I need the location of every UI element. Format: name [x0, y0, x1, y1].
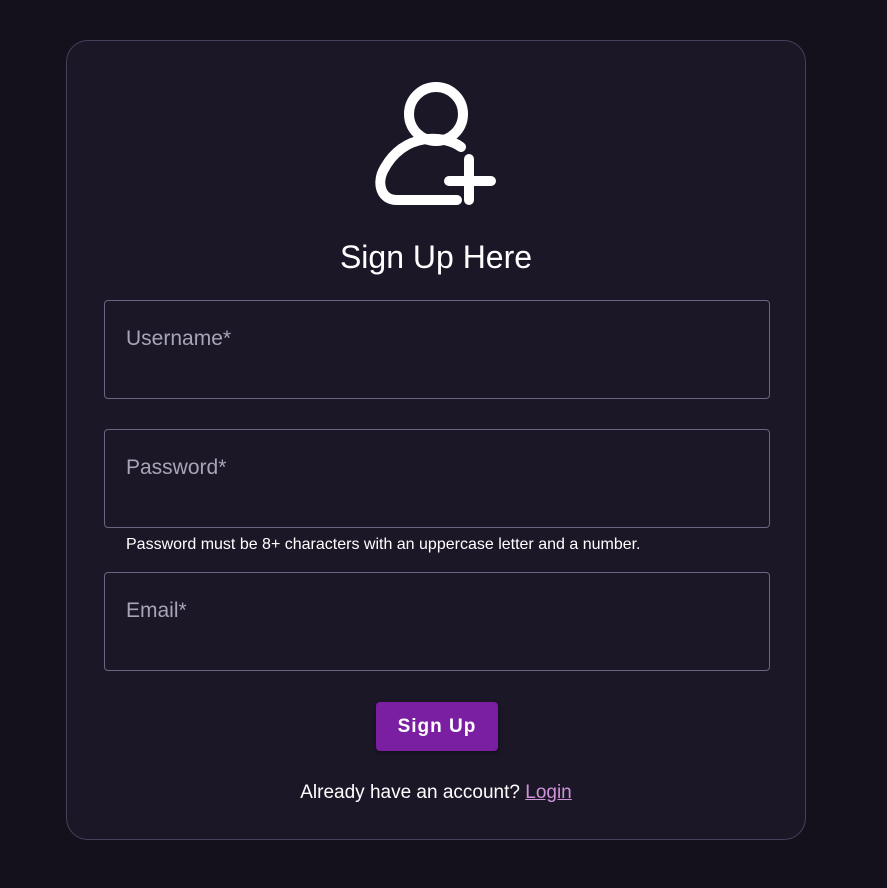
username-input[interactable] — [105, 301, 769, 398]
password-helper-text: Password must be 8+ characters with an u… — [126, 536, 641, 553]
email-field[interactable]: Email* — [104, 572, 770, 671]
sign-up-button[interactable]: Sign Up — [376, 702, 498, 751]
login-link[interactable]: Login — [525, 782, 572, 803]
username-field[interactable]: Username* — [104, 300, 770, 399]
password-input[interactable] — [105, 430, 769, 527]
login-prompt-text: Already have an account? — [300, 782, 520, 803]
login-prompt: Already have an account? Login — [67, 781, 805, 805]
password-field[interactable]: Password* — [104, 429, 770, 528]
signup-card: Sign Up Here Username* Password* Passwor… — [66, 40, 806, 840]
person-add-icon — [373, 81, 501, 209]
email-input[interactable] — [105, 573, 769, 670]
page-title: Sign Up Here — [339, 239, 533, 275]
